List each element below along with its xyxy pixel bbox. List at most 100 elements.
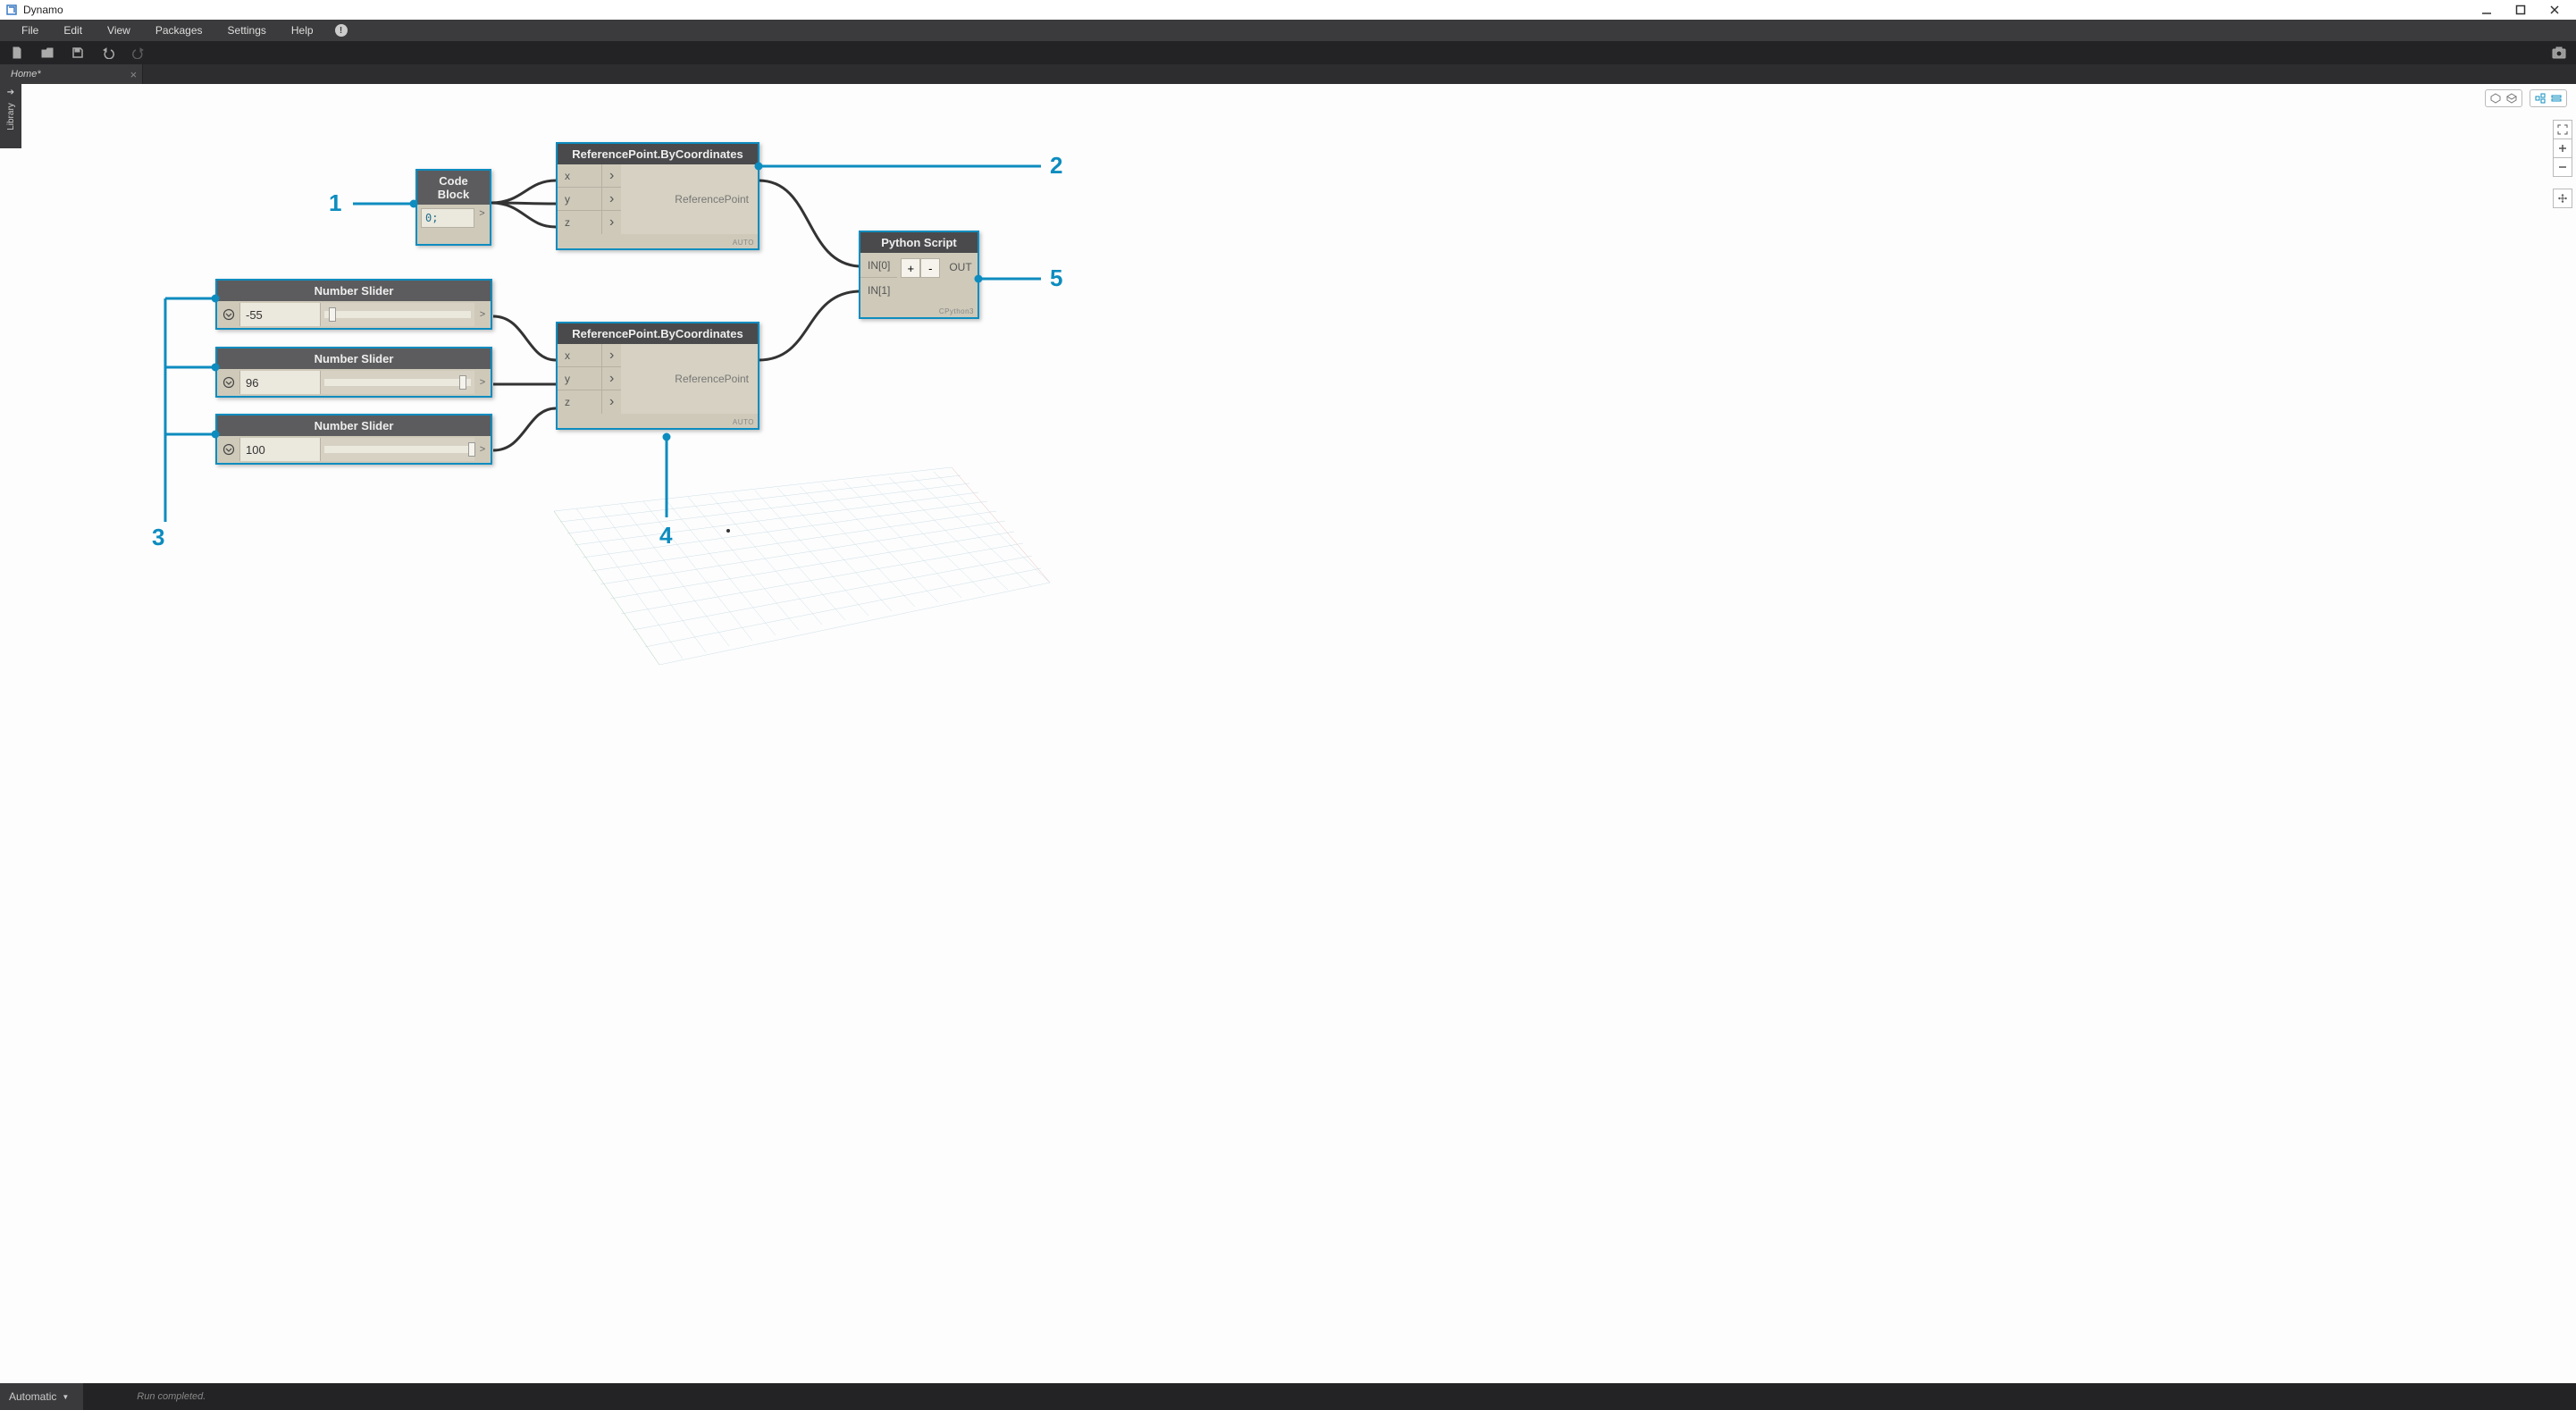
run-mode-dropdown[interactable]: Automatic ▼ [0,1383,83,1410]
node-title[interactable]: ReferencePoint.ByCoordinates [558,144,758,164]
toolbar [0,41,2576,64]
run-mode-label: Automatic [9,1390,56,1403]
annotation-3: 3 [152,524,164,550]
output-port[interactable]: ReferencePoint [621,164,758,234]
wire-view-icon [2505,92,2518,105]
code-input[interactable] [421,208,474,228]
geometry-view-toggle[interactable] [2485,89,2522,107]
chevron-right-icon: › [602,168,621,184]
zoom-out-button[interactable] [2553,157,2572,177]
input-port-y[interactable]: y› [558,367,621,390]
tree-view-icon [2550,92,2563,105]
caret-down-icon: ▼ [62,1393,69,1401]
tab-strip: Home* × [0,64,2576,84]
screenshot-icon[interactable] [2551,45,2567,61]
node-number-slider-1[interactable]: Number Slider -55 > [215,279,492,330]
menu-file[interactable]: File [9,20,51,41]
chevron-right-icon: › [602,394,621,410]
input-port-x[interactable]: x› [558,344,621,367]
node-python-script[interactable]: Python Script IN[0] IN[1] + - OUT CPytho… [859,231,979,319]
node-number-slider-2[interactable]: Number Slider 96 > [215,347,492,398]
engine-badge: CPython3 [939,307,974,315]
menu-help[interactable]: Help [279,20,326,41]
lacing-badge: AUTO [733,418,754,426]
app-logo-icon [5,4,18,16]
expand-icon[interactable] [217,371,240,394]
slider-thumb[interactable] [459,375,466,390]
chevron-right-icon: ➔ [7,88,14,97]
zoom-in-button[interactable] [2553,138,2572,158]
node-code-block[interactable]: Code Block > [415,169,491,246]
app-title: Dynamo [23,4,63,16]
save-icon[interactable] [70,45,86,61]
fit-view-button[interactable] [2553,120,2572,139]
annotation-2: 2 [1050,152,1062,179]
open-file-icon[interactable] [39,45,55,61]
slider-value[interactable]: 100 [240,438,321,461]
library-panel-toggle[interactable]: ➔ Library [0,84,21,148]
graph-canvas[interactable]: ➔ Library [0,84,2576,1383]
chevron-right-icon: › [602,191,621,207]
slider-output-port[interactable]: > [474,444,491,455]
slider-thumb[interactable] [329,307,336,322]
input-port-in1[interactable]: IN[1] [860,278,897,303]
annotation-5: 5 [1050,264,1062,291]
node-title[interactable]: Number Slider [217,281,491,301]
pan-button[interactable] [2553,189,2572,208]
node-title[interactable]: Code Block [417,171,490,205]
close-button[interactable] [2546,1,2563,19]
node-number-slider-3[interactable]: Number Slider 100 > [215,414,492,465]
node-title[interactable]: Number Slider [217,348,491,369]
lacing-badge: AUTO [733,239,754,247]
chevron-right-icon: › [602,371,621,387]
library-label: Library [6,103,16,130]
menu-bar: File Edit View Packages Settings Help ! [0,20,2576,41]
slider-track[interactable] [321,371,474,394]
info-icon[interactable]: ! [335,24,348,37]
add-port-button[interactable]: + [901,258,920,278]
maximize-button[interactable] [2512,1,2530,19]
new-file-icon[interactable] [9,45,25,61]
node-referencepoint-1[interactable]: ReferencePoint.ByCoordinates x› y› z› Re… [556,142,759,250]
node-referencepoint-2[interactable]: ReferencePoint.ByCoordinates x› y› z› Re… [556,322,759,430]
run-status: Run completed. [137,1391,206,1402]
input-port-x[interactable]: x› [558,164,621,188]
chevron-right-icon: › [602,348,621,364]
input-port-y[interactable]: y› [558,188,621,211]
slider-value[interactable]: 96 [240,371,321,394]
slider-output-port[interactable]: > [474,309,491,320]
menu-view[interactable]: View [95,20,143,41]
status-bar: Automatic ▼ Run completed. [0,1383,2576,1410]
minimize-button[interactable] [2478,1,2496,19]
menu-settings[interactable]: Settings [215,20,279,41]
node-title[interactable]: Python Script [860,232,978,253]
tab-close-icon[interactable]: × [130,68,137,81]
node-view-icon [2534,92,2547,105]
slider-track[interactable] [321,438,474,461]
output-port[interactable]: ReferencePoint [621,344,758,414]
menu-edit[interactable]: Edit [51,20,95,41]
graph-view-toggle[interactable] [2530,89,2567,107]
slider-value[interactable]: -55 [240,303,321,326]
output-port[interactable]: OUT [940,256,980,279]
node-title[interactable]: Number Slider [217,415,491,436]
input-port-z[interactable]: z› [558,211,621,234]
slider-thumb[interactable] [468,442,475,457]
node-title[interactable]: ReferencePoint.ByCoordinates [558,323,758,344]
remove-port-button[interactable]: - [920,258,940,278]
code-output-port[interactable]: > [476,208,488,228]
menu-packages[interactable]: Packages [143,20,215,41]
annotation-4: 4 [659,522,672,549]
slider-output-port[interactable]: > [474,377,491,388]
expand-icon[interactable] [217,438,240,461]
input-port-z[interactable]: z› [558,390,621,414]
undo-icon[interactable] [100,45,116,61]
chevron-right-icon: › [602,214,621,231]
slider-track[interactable] [321,303,474,326]
tab-home[interactable]: Home* × [0,64,143,84]
input-port-in0[interactable]: IN[0] [860,253,897,278]
tab-label: Home* [11,69,41,80]
expand-icon[interactable] [217,303,240,326]
redo-icon[interactable] [130,45,147,61]
solid-view-icon [2489,92,2502,105]
